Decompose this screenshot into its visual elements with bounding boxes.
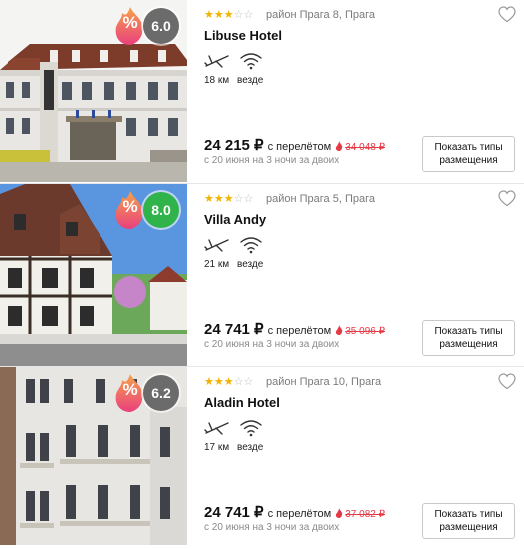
hotel-card[interactable]: % 6.2 ★★★☆☆ район Прага 10, Прага Aladin… [0,366,524,545]
airport-distance: 21 км [204,259,230,270]
hotel-info: ★★★☆☆ район Прага 5, Прага Villa Andy 21… [204,184,524,366]
wifi-icon [240,420,262,437]
fire-icon [336,141,343,151]
price-row: 24 741 ₽ с перелётом 35 096 ₽ [204,320,385,339]
star-rating: ★★★☆☆ [204,376,254,388]
fire-icon [336,508,343,518]
hotel-name[interactable]: Villa Andy [204,212,266,227]
stay-dates: с 20 июня на 3 ночи за двоих [204,339,340,350]
favorite-heart-icon[interactable] [498,6,516,23]
airport-distance: 18 км [204,75,230,86]
with-flight-label: с перелётом [267,325,332,337]
rating-badge: 8.0 [143,192,179,228]
hotel-card[interactable]: % 6.0 ★★★☆☆ район Прага 8, Прага Libuse … [0,0,524,183]
favorite-heart-icon[interactable] [498,190,516,207]
stay-dates: с 20 июня на 3 ночи за двоих [204,522,340,533]
wifi-availability: везде [237,442,264,453]
with-flight-label: с перелётом [267,141,332,153]
old-price: 35 096 ₽ [345,326,385,337]
star-rating: ★★★☆☆ [204,193,254,205]
rating-badge: 6.0 [143,8,179,44]
airplane-icon [204,55,229,68]
wifi-icon [240,53,262,70]
airport-distance: 17 км [204,442,230,453]
fire-icon [336,325,343,335]
wifi-availability: везде [237,259,264,270]
show-room-types-button[interactable]: Показать типы размещения [422,136,515,172]
show-room-types-button[interactable]: Показать типы размещения [422,320,515,356]
price: 24 215 ₽ [204,137,264,154]
stay-dates: с 20 июня на 3 ночи за двоих [204,155,340,166]
favorite-heart-icon[interactable] [498,373,516,390]
hotel-district: район Прага 8, Прага [266,9,375,21]
with-flight-label: с перелётом [267,508,332,520]
price-row: 24 741 ₽ с перелётом 37 082 ₽ [204,503,385,522]
price: 24 741 ₽ [204,504,264,521]
hotel-name[interactable]: Libuse Hotel [204,28,282,43]
hotel-info: ★★★☆☆ район Прага 10, Прага Aladin Hotel… [204,367,524,549]
price: 24 741 ₽ [204,321,264,338]
hotel-name[interactable]: Aladin Hotel [204,395,280,410]
wifi-availability: везде [237,75,264,86]
old-price: 34 048 ₽ [345,142,385,153]
hotel-card[interactable]: % 8.0 ★★★☆☆ район Прага 5, Прага Villa A… [0,183,524,366]
hotel-district: район Прага 10, Прага [266,376,382,388]
rating-badge: 6.2 [143,375,179,411]
hotel-district: район Прага 5, Прага [266,193,375,205]
old-price: 37 082 ₽ [345,509,385,520]
star-rating: ★★★☆☆ [204,9,254,21]
wifi-icon [240,237,262,254]
price-row: 24 215 ₽ с перелётом 34 048 ₽ [204,136,385,155]
airplane-icon [204,239,229,252]
show-room-types-button[interactable]: Показать типы размещения [422,503,515,539]
hotel-info: ★★★☆☆ район Прага 8, Прага Libuse Hotel … [204,0,524,182]
airplane-icon [204,422,229,435]
